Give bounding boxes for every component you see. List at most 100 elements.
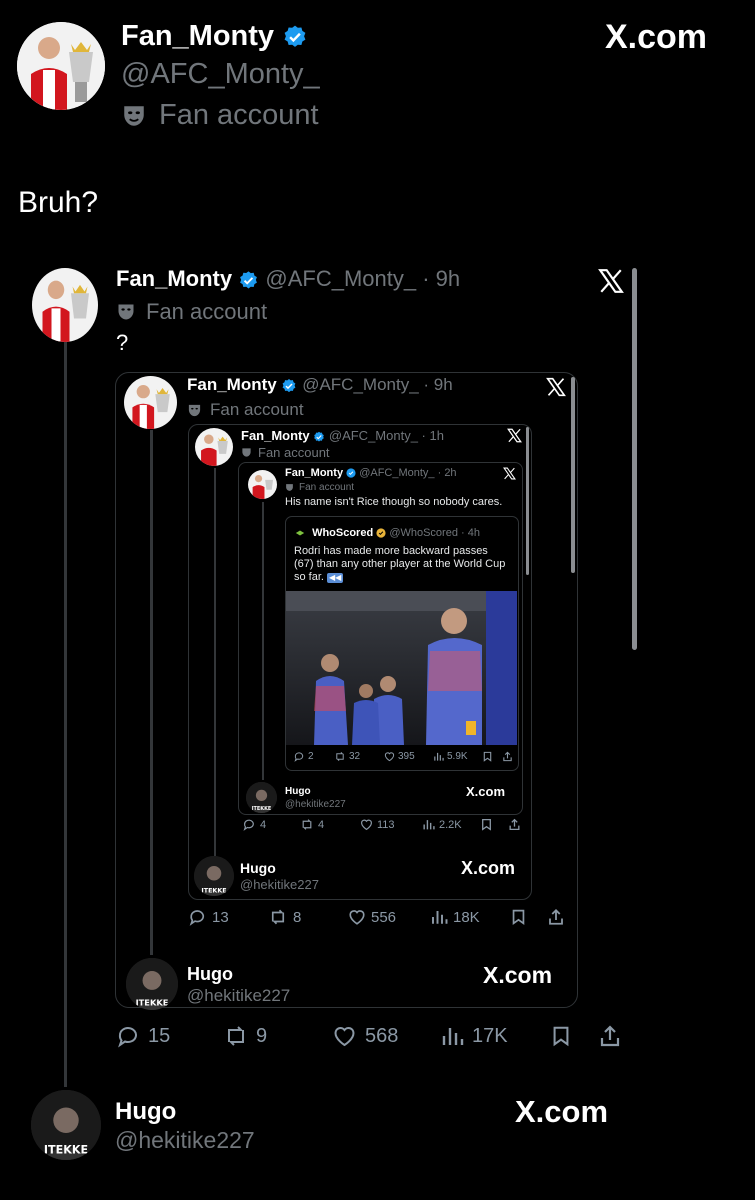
bookmark-button[interactable] — [510, 908, 527, 926]
like-button[interactable]: 568 — [332, 1024, 398, 1048]
retweet-count: 8 — [293, 908, 302, 926]
quoted-avatar[interactable] — [248, 470, 277, 499]
mask-icon — [242, 448, 251, 457]
footer-avatar[interactable]: ITEKKE — [194, 856, 234, 896]
footer-handle: @hekitike227 — [115, 1127, 255, 1153]
quoted-header: WhoScored @WhoScored · 4h — [295, 527, 480, 539]
like-button[interactable]: 556 — [348, 908, 396, 926]
avatar-photo — [124, 376, 177, 429]
views-button[interactable]: 5.9K — [433, 751, 468, 762]
mask-icon — [118, 304, 134, 320]
scrollbar[interactable] — [571, 377, 575, 573]
bookmark-button[interactable] — [482, 751, 493, 762]
quoted-avatar[interactable] — [32, 268, 98, 342]
reply-button[interactable]: 13 — [189, 908, 229, 926]
x-com-logo[interactable]: X.com — [515, 1094, 608, 1130]
like-count: 556 — [371, 908, 397, 926]
bookmark-button[interactable] — [480, 818, 493, 831]
views-button[interactable]: 18K — [430, 908, 480, 926]
verified-icon — [240, 271, 258, 289]
reply-button[interactable]: 2 — [294, 751, 314, 762]
avatar-photo: ITEKKE — [31, 1090, 101, 1160]
retweet-button[interactable]: 9 — [222, 1024, 267, 1048]
retweet-button[interactable]: 32 — [334, 751, 360, 762]
like-count: 568 — [365, 1024, 399, 1047]
share-button[interactable] — [547, 908, 565, 926]
fan-account-badge: Fan account — [285, 482, 354, 493]
x-logo-icon[interactable] — [546, 377, 566, 402]
author-name: Fan_Monty — [187, 375, 277, 394]
share-icon — [600, 1025, 620, 1047]
x-logo-icon[interactable] — [503, 467, 516, 485]
scrollbar[interactable] — [632, 268, 637, 650]
bookmark-icon — [483, 751, 492, 762]
footer-name: Hugo — [115, 1098, 177, 1125]
mask-icon — [124, 105, 144, 126]
thread-line — [214, 468, 216, 856]
whoscored-logo-icon — [295, 530, 305, 536]
heart-icon — [334, 1027, 355, 1047]
avatar-photo — [248, 470, 277, 499]
views-button[interactable]: 2.2K — [422, 818, 462, 831]
author-name: WhoScored — [312, 527, 374, 539]
author-handle[interactable]: @AFC_Monty_ — [121, 58, 320, 91]
footer-avatar[interactable]: ITEKKE — [246, 782, 277, 813]
x-logo-icon[interactable] — [507, 428, 522, 448]
footer-handle: @hekitike227 — [240, 877, 319, 892]
x-logo-icon[interactable] — [598, 268, 624, 299]
mask-icon — [188, 404, 201, 416]
verified-icon — [346, 468, 356, 478]
reply-icon — [118, 1027, 137, 1048]
author-name: Fan_Monty — [285, 467, 344, 479]
tweet-text: Rodri has made more backward passes (67)… — [294, 545, 509, 584]
fan-account-label: Fan account — [159, 99, 319, 131]
views-icon — [442, 1028, 464, 1045]
x-com-logo[interactable]: X.com — [605, 18, 707, 57]
fan-account-badge: Fan account — [116, 299, 267, 325]
thread-line — [262, 502, 264, 780]
svg-text:ITEKKE: ITEKKE — [252, 806, 272, 812]
footer-avatar[interactable]: ITEKKE — [31, 1090, 101, 1160]
avatar-photo: ITEKKE — [126, 958, 178, 1010]
quoted-header: Fan_Monty @AFC_Monty_ · 9h — [187, 375, 453, 395]
bookmark-button[interactable] — [550, 1024, 572, 1048]
like-count: 113 — [377, 818, 395, 831]
views-count: 2.2K — [439, 818, 462, 831]
reply-button[interactable]: 15 — [117, 1024, 170, 1048]
handle-time: @AFC_Monty_ · 9h — [302, 375, 453, 394]
scrollbar[interactable] — [526, 427, 529, 575]
avatar[interactable] — [17, 22, 105, 110]
x-com-logo[interactable]: X.com — [483, 962, 552, 989]
retweet-icon — [336, 752, 344, 761]
handle-time: @AFC_Monty_ · 9h — [265, 266, 461, 291]
retweet-count: 4 — [318, 818, 325, 831]
views-count: 5.9K — [447, 751, 468, 762]
quoted-avatar[interactable] — [124, 376, 177, 429]
share-button[interactable] — [508, 818, 521, 831]
handle-time: @AFC_Monty_ · 2h — [359, 467, 457, 479]
like-button[interactable]: 113 — [360, 818, 395, 831]
reply-icon — [243, 819, 254, 831]
like-button[interactable]: 395 — [384, 751, 415, 762]
avatar-photo: ITEKKE — [246, 782, 277, 813]
author-name-row: Fan_Monty — [121, 20, 308, 53]
retweet-button[interactable]: 4 — [300, 818, 324, 831]
avatar-photo — [17, 22, 105, 110]
verified-icon — [283, 378, 296, 392]
fan-account-label: Fan account — [258, 445, 330, 460]
tweet-photo[interactable] — [286, 591, 517, 745]
reply-button[interactable]: 4 — [243, 818, 266, 831]
views-button[interactable]: 17K — [440, 1024, 508, 1048]
verified-gold-icon — [376, 528, 386, 538]
share-button[interactable] — [502, 751, 513, 762]
retweet-button[interactable]: 8 — [268, 908, 301, 926]
fan-account-badge: Fan account — [121, 99, 319, 132]
like-count: 395 — [398, 751, 415, 762]
x-com-logo[interactable]: X.com — [466, 784, 505, 799]
share-button[interactable] — [598, 1024, 622, 1048]
x-com-logo[interactable]: X.com — [461, 858, 515, 879]
reply-count: 15 — [148, 1024, 171, 1047]
tweet-text: Bruh? — [18, 186, 99, 219]
quoted-avatar[interactable] — [195, 428, 233, 466]
footer-avatar[interactable]: ITEKKE — [126, 958, 178, 1010]
